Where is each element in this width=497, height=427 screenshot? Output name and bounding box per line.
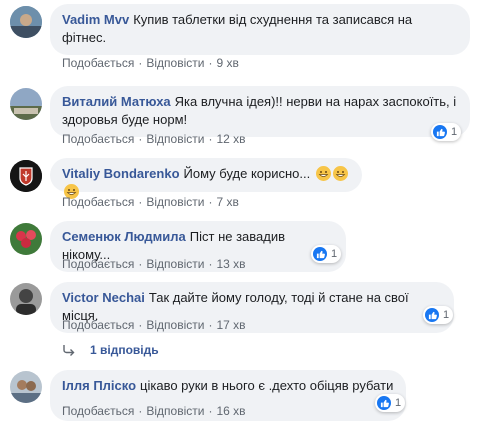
separator: · [208, 56, 213, 70]
separator: · [208, 404, 213, 418]
separator: · [208, 195, 213, 209]
comment-actions: Подобається · Відповісти · 16 хв [62, 404, 246, 418]
comment-time[interactable]: 12 хв [216, 132, 245, 146]
reaction-count[interactable]: 1 [423, 306, 454, 324]
avatar-photo-icon [10, 6, 42, 38]
like-link[interactable]: Подобається [62, 257, 134, 271]
comment-author[interactable]: Виталий Матюха [62, 94, 171, 109]
comment-actions: Подобається · Відповісти · 17 хв [62, 318, 246, 332]
reaction-number: 1 [395, 397, 402, 409]
comment-author[interactable]: Vitaliy Bondarenko [62, 166, 180, 181]
comment-author[interactable]: Victor Nechai [62, 290, 145, 305]
grinning-face-icon [315, 166, 331, 181]
comment-text: Йому буде корисно... [183, 166, 311, 181]
avatar-photo-icon [10, 223, 42, 255]
comment-author[interactable]: Vadim Mvv [62, 12, 129, 27]
avatar-photo-icon [10, 283, 42, 315]
view-replies-link[interactable]: 1 відповідь [62, 343, 159, 357]
comment-actions: Подобається · Відповісти · 12 хв [62, 132, 246, 146]
comment-author[interactable]: Ілля Пліско [62, 378, 136, 393]
avatar[interactable] [10, 160, 42, 192]
thumbs-up-icon [425, 308, 439, 322]
like-link[interactable]: Подобається [62, 318, 134, 332]
separator: · [208, 257, 213, 271]
avatar[interactable] [10, 88, 42, 120]
thumbs-up-icon [377, 396, 391, 410]
separator: · [138, 404, 143, 418]
avatar[interactable] [10, 223, 42, 255]
comment-bubble: Виталий Матюха Яка влучна ідея)!! нерви н… [50, 86, 470, 137]
reaction-count[interactable]: 1 [375, 394, 406, 412]
comment-actions: Подобається · Відповісти · 9 хв [62, 56, 239, 70]
comment-time[interactable]: 16 хв [216, 404, 245, 418]
separator: · [138, 56, 143, 70]
reply-link[interactable]: Відповісти [146, 132, 204, 146]
avatar-photo-icon [10, 88, 42, 120]
comment-time[interactable]: 17 хв [216, 318, 245, 332]
separator: · [138, 318, 143, 332]
separator: · [138, 257, 143, 271]
reaction-count[interactable]: 1 [431, 123, 462, 141]
reply-link[interactable]: Відповісти [146, 56, 204, 70]
separator: · [138, 132, 143, 146]
reply-link[interactable]: Відповісти [146, 404, 204, 418]
comment-actions: Подобається · Відповісти · 13 хв [62, 257, 246, 271]
separator: · [138, 195, 143, 209]
reply-link[interactable]: Відповісти [146, 318, 204, 332]
thumbs-up-icon [313, 247, 327, 261]
avatar-crest-icon [10, 160, 42, 192]
thumbs-up-icon [433, 125, 447, 139]
reply-link[interactable]: Відповісти [146, 195, 204, 209]
grinning-face-icon [332, 166, 348, 181]
replies-count-label: 1 відповідь [90, 343, 159, 357]
separator: · [208, 318, 213, 332]
avatar[interactable] [10, 371, 42, 403]
reaction-number: 1 [331, 248, 338, 260]
avatar[interactable] [10, 283, 42, 315]
reply-arrow-icon [63, 345, 75, 356]
comment-actions: Подобається · Відповісти · 7 хв [62, 195, 239, 209]
reply-link[interactable]: Відповісти [146, 257, 204, 271]
reaction-number: 1 [443, 309, 450, 321]
like-link[interactable]: Подобається [62, 195, 134, 209]
reaction-count[interactable]: 1 [311, 245, 342, 263]
comment-time[interactable]: 9 хв [216, 56, 238, 70]
comment-bubble: Vitaliy Bondarenko Йому буде корисно... [50, 158, 362, 199]
comment-time[interactable]: 13 хв [216, 257, 245, 271]
comment-time[interactable]: 7 хв [216, 195, 238, 209]
comment-bubble: Vadim Mvv Купив таблетки від схуднення та… [50, 4, 470, 55]
like-link[interactable]: Подобається [62, 56, 134, 70]
comment-author[interactable]: Семенюк Людмила [62, 229, 186, 244]
reaction-number: 1 [451, 126, 458, 138]
like-link[interactable]: Подобається [62, 132, 134, 146]
avatar[interactable] [10, 6, 42, 38]
avatar-photo-icon [10, 371, 42, 403]
like-link[interactable]: Подобається [62, 404, 134, 418]
separator: · [208, 132, 213, 146]
